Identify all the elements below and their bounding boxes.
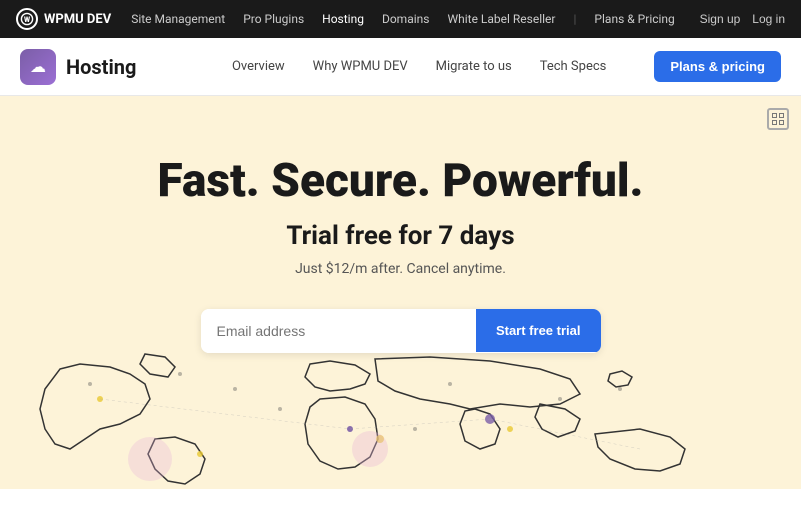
sign-up-button[interactable]: Sign up [700,12,741,26]
hero-title: Fast. Secure. Powerful. [158,156,644,207]
nav-pro-plugins[interactable]: Pro Plugins [243,12,304,26]
start-trial-button[interactable]: Start free trial [476,309,601,352]
world-map-svg [0,349,801,489]
secondary-navigation: ☁ Hosting Overview Why WPMU DEV Migrate … [0,38,801,96]
world-map [0,349,801,489]
sec-nav-tech-specs[interactable]: Tech Specs [540,59,607,74]
sec-nav-overview[interactable]: Overview [232,59,285,74]
nav-site-management[interactable]: Site Management [131,12,225,26]
secondary-nav-links: Overview Why WPMU DEV Migrate to us Tech… [232,51,781,82]
nav-hosting[interactable]: Hosting [322,12,364,26]
expand-icon[interactable] [767,108,789,130]
nav-plans-pricing[interactable]: Plans & Pricing [594,12,674,26]
sec-nav-why-wpmu[interactable]: Why WPMU DEV [313,59,408,74]
hero-section: Fast. Secure. Powerful. Trial free for 7… [0,96,801,489]
svg-text:W: W [24,16,30,24]
logo-link[interactable]: W WPMU DEV [16,8,111,30]
log-in-button[interactable]: Log in [752,12,785,26]
logo-text: WPMU DEV [44,12,111,27]
plans-pricing-button[interactable]: Plans & pricing [654,51,781,82]
hosting-icon: ☁ [20,49,56,85]
top-navigation: W WPMU DEV Site Management Pro Plugins H… [0,0,801,38]
email-input[interactable] [201,309,476,353]
hero-form: Start free trial [201,309,601,353]
nav-separator: | [573,12,576,26]
top-nav-right: Sign up Log in [700,12,785,26]
sec-nav-migrate[interactable]: Migrate to us [436,59,512,74]
logo-icon: W [16,8,38,30]
nav-domains[interactable]: Domains [382,12,430,26]
secondary-logo-text: Hosting [66,55,136,79]
nav-white-label[interactable]: White Label Reseller [447,12,555,26]
hero-description: Just $12/m after. Cancel anytime. [295,261,506,277]
hero-subtitle: Trial free for 7 days [286,221,514,251]
cloud-icon: ☁ [30,57,46,76]
top-nav-links: Site Management Pro Plugins Hosting Doma… [131,12,679,26]
secondary-logo: ☁ Hosting [20,49,136,85]
